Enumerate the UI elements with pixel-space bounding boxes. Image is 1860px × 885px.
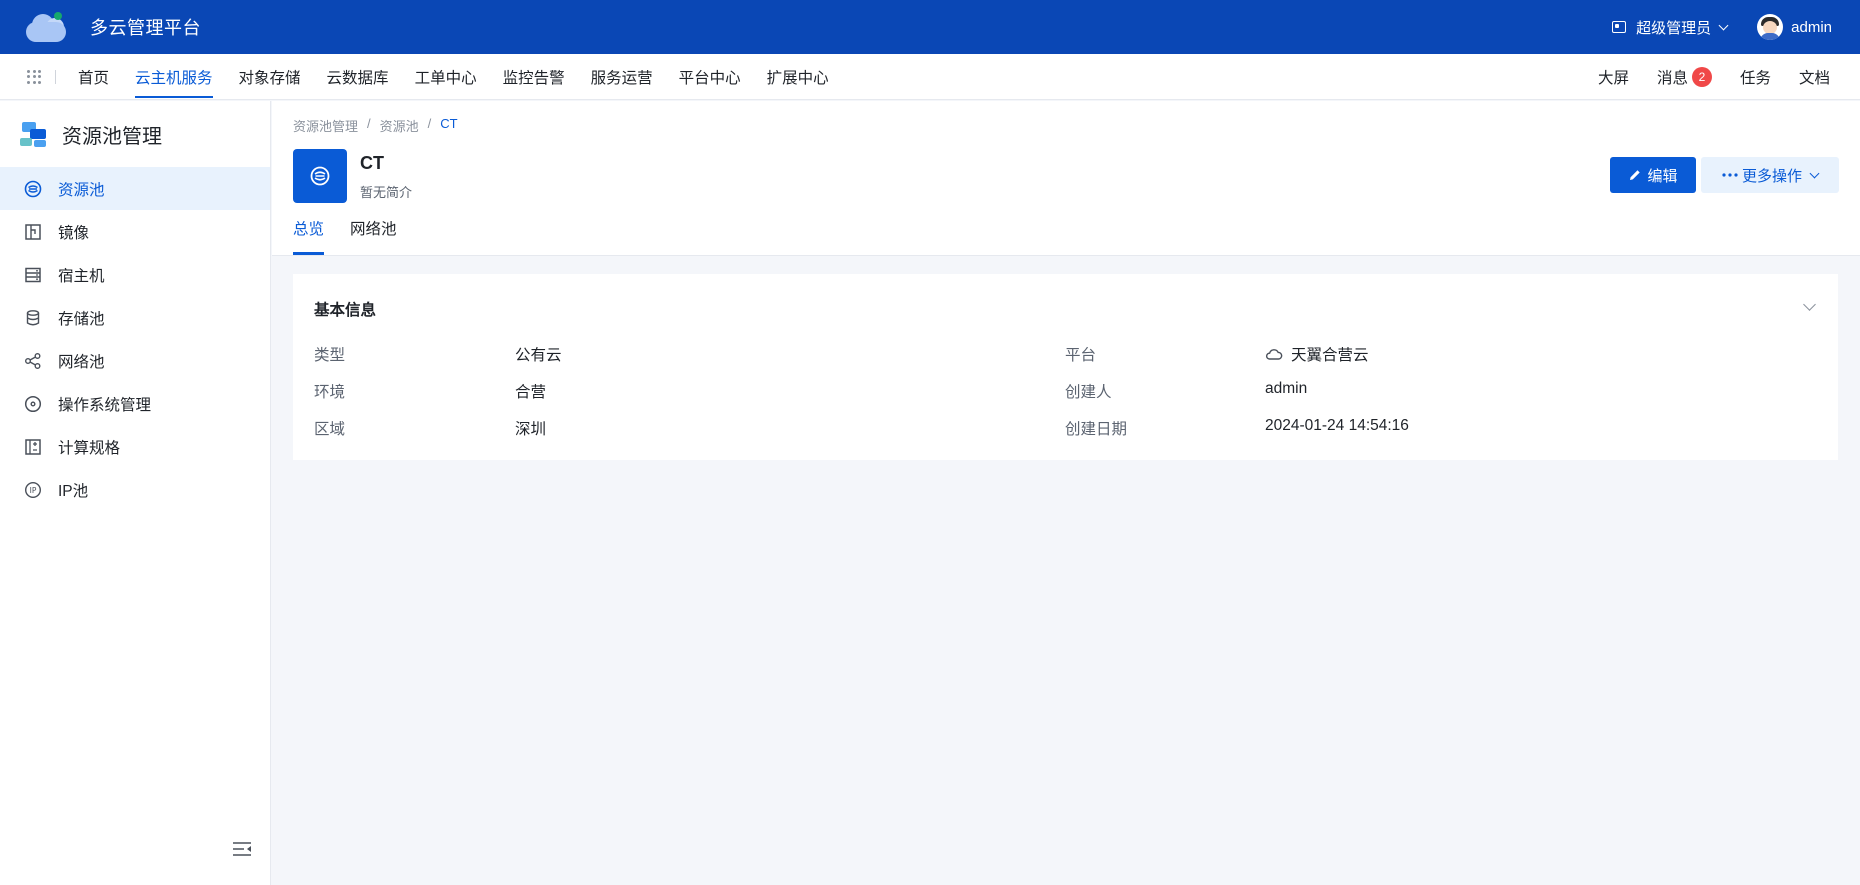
- tab-overview[interactable]: 总览: [293, 217, 325, 256]
- big-screen-link[interactable]: 大屏: [1598, 66, 1629, 88]
- field-label-type: 类型: [314, 347, 346, 364]
- disc-icon: [24, 395, 42, 413]
- field-label-platform: 平台: [1065, 347, 1097, 364]
- docs-link[interactable]: 文档: [1799, 66, 1830, 88]
- network-icon: [24, 352, 42, 370]
- breadcrumb-separator: /: [367, 116, 371, 131]
- nav-item-service-ops[interactable]: 服务运营: [591, 54, 653, 100]
- database-icon: [24, 309, 42, 327]
- app-title: 多云管理平台: [90, 18, 201, 38]
- nav-item-object-storage[interactable]: 对象存储: [239, 54, 301, 100]
- image-icon: [24, 223, 42, 241]
- ip-icon: IP: [24, 481, 42, 499]
- chevron-down-icon: [1809, 168, 1820, 178]
- breadcrumb-separator: /: [427, 116, 432, 131]
- breadcrumb-item[interactable]: 资源池管理: [293, 116, 358, 135]
- sidebar-item-resource-pool[interactable]: 资源池: [0, 167, 270, 210]
- sidebar-item-label: 网络池: [58, 353, 105, 371]
- user-menu[interactable]: admin: [1757, 14, 1832, 40]
- top-header: 多云管理平台 超级管理员 admin: [0, 0, 1860, 54]
- messages-link[interactable]: 消息 2: [1657, 66, 1712, 88]
- nav-item-monitoring[interactable]: 监控告警: [503, 54, 565, 100]
- message-count-badge: 2: [1691, 66, 1712, 87]
- field-label-created-date: 创建日期: [1065, 421, 1128, 438]
- role-label: 超级管理员: [1636, 19, 1712, 37]
- sidebar-item-label: 镜像: [58, 224, 90, 242]
- resource-pool-management-icon: [20, 120, 48, 148]
- resource-description: 暂无简介: [360, 185, 413, 200]
- sidebar-item-os-management[interactable]: 操作系统管理: [0, 382, 270, 425]
- pencil-icon: [1630, 170, 1641, 180]
- sidebar-item-compute-spec[interactable]: 计算规格: [0, 425, 270, 468]
- avatar: [1757, 14, 1784, 40]
- field-value-creator: admin: [1265, 380, 1308, 397]
- breadcrumb-current: CT: [440, 116, 458, 131]
- field-value-region: 深圳: [515, 421, 547, 438]
- field-label-region: 区域: [314, 421, 346, 438]
- tab-network-pool[interactable]: 网络池: [350, 217, 397, 256]
- sidebar-item-label: 资源池: [58, 181, 105, 199]
- chevron-down-icon: [1718, 20, 1729, 30]
- nav-item-platform-center[interactable]: 平台中心: [679, 54, 741, 100]
- field-value-type: 公有云: [515, 347, 562, 364]
- resource-name: CT: [360, 153, 384, 173]
- cloud-logo-icon: [24, 12, 68, 42]
- more-dots-icon: [1722, 173, 1738, 177]
- sidebar-item-label: 操作系统管理: [58, 396, 152, 414]
- tasks-link[interactable]: 任务: [1740, 66, 1771, 88]
- sidebar-item-host[interactable]: 宿主机: [0, 253, 270, 296]
- sidebar-item-label: 存储池: [58, 310, 105, 328]
- sidebar-item-image[interactable]: 镜像: [0, 210, 270, 253]
- nav-item-extension-center[interactable]: 扩展中心: [767, 54, 829, 100]
- sidebar-item-storage-pool[interactable]: 存储池: [0, 296, 270, 339]
- field-label-environment: 环境: [314, 384, 346, 401]
- more-actions-button[interactable]: 更多操作: [1701, 157, 1839, 193]
- basic-info-card: 基本信息 类型 公有云 环境 合营 区域 深圳 平台 天翼合营云 创建人 adm…: [293, 274, 1838, 460]
- sidebar-item-ip-pool[interactable]: IP IP池: [0, 468, 270, 511]
- cloud-icon: [1266, 349, 1283, 360]
- spec-icon: [24, 438, 42, 456]
- nav-item-cloud-database[interactable]: 云数据库: [327, 54, 389, 100]
- resource-pool-icon: [293, 149, 347, 203]
- field-value-environment: 合营: [515, 384, 547, 401]
- sidebar-item-label: 计算规格: [58, 439, 121, 457]
- nav-divider: [55, 69, 56, 84]
- chevron-down-icon[interactable]: [1803, 298, 1816, 311]
- page-header: 资源池管理 / 资源池 / CT CT 暂无简介 编辑 更多操作 总览 网络池: [272, 101, 1860, 256]
- host-icon: [24, 266, 42, 284]
- sidebar-item-label: 宿主机: [58, 267, 105, 285]
- sidebar-header: 资源池管理: [0, 101, 270, 167]
- field-value-platform: 天翼合营云: [1265, 343, 1369, 365]
- field-value-created-date: 2024-01-24 14:54:16: [1265, 417, 1409, 434]
- sidebar-title: 资源池管理: [62, 125, 162, 148]
- edit-button[interactable]: 编辑: [1610, 157, 1696, 193]
- breadcrumb-item[interactable]: 资源池: [380, 116, 419, 135]
- svg-text:IP: IP: [30, 486, 37, 495]
- resource-pool-icon: [24, 180, 42, 198]
- main-nav: 首页 云主机服务 对象存储 云数据库 工单中心 监控告警 服务运营 平台中心 扩…: [0, 54, 1860, 100]
- messages-label: 消息: [1656, 69, 1688, 87]
- tab-bar: 总览 网络池: [293, 217, 423, 256]
- sidebar-item-network-pool[interactable]: 网络池: [0, 339, 270, 382]
- nav-item-cloud-host[interactable]: 云主机服务: [135, 54, 213, 100]
- nav-item-ticket-center[interactable]: 工单中心: [415, 54, 477, 100]
- breadcrumb: 资源池管理 / 资源池 / CT: [293, 116, 458, 135]
- card-title: 基本信息: [314, 302, 377, 319]
- nav-item-home[interactable]: 首页: [78, 54, 109, 100]
- sidebar-item-label: IP池: [58, 482, 89, 500]
- field-label-creator: 创建人: [1065, 384, 1112, 401]
- platform-value: 天翼合营云: [1291, 347, 1369, 364]
- edit-button-label: 编辑: [1647, 167, 1678, 185]
- app-grid-icon[interactable]: [27, 69, 41, 84]
- role-switcher[interactable]: 超级管理员: [1612, 17, 1729, 38]
- username: admin: [1791, 18, 1832, 36]
- sidebar: 资源池管理 资源池 镜像 宿主机 存储池 网络池 操作系统管理 计算规格 IP …: [0, 101, 271, 885]
- id-card-icon: [1612, 21, 1627, 33]
- collapse-sidebar-icon[interactable]: [232, 841, 252, 857]
- more-actions-label: 更多操作: [1741, 167, 1802, 185]
